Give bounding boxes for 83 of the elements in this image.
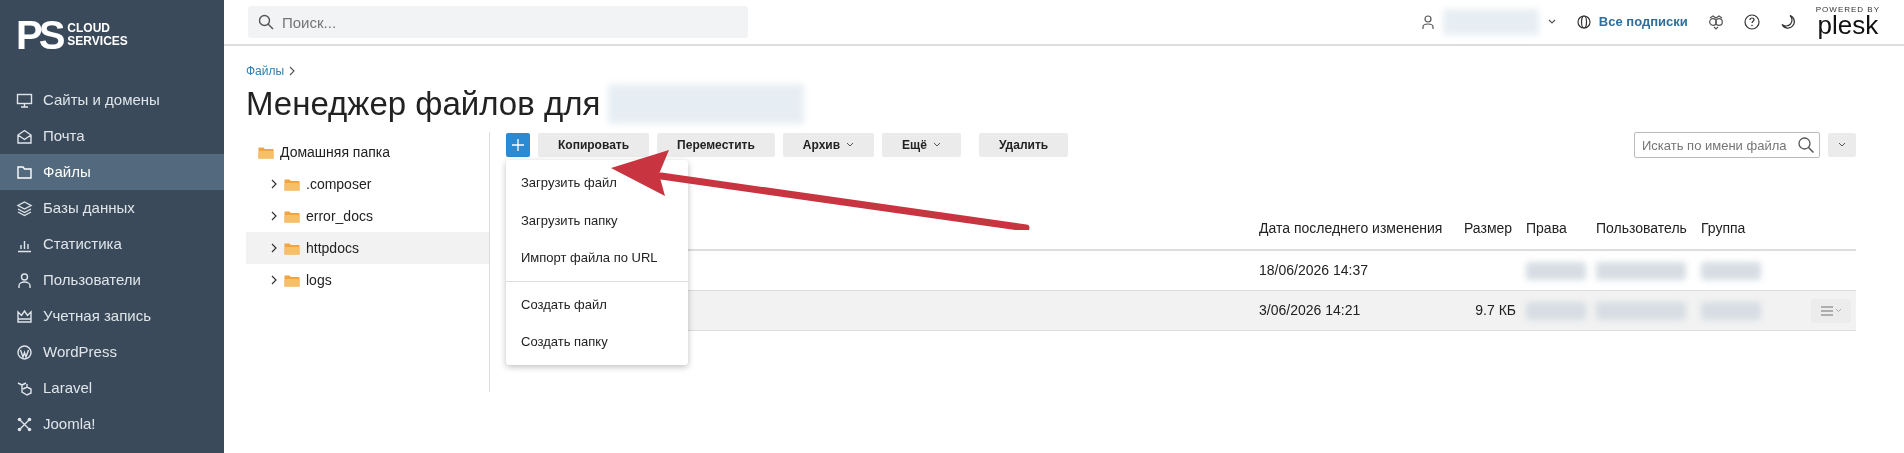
blurred-text [1701,261,1761,280]
tree-item[interactable]: Домашняя папка [246,136,489,168]
search-icon [258,14,274,30]
menu-item[interactable]: Загрузить файл [506,164,688,202]
nav-item[interactable]: Laravel [0,370,224,406]
add-button[interactable] [506,133,530,157]
column-header[interactable]: Группа [1696,218,1776,249]
plus-icon [512,139,524,151]
toolbar-button[interactable] [1743,14,1760,30]
chevron-right-icon [270,243,278,253]
folder-icon [258,145,274,159]
nav-item[interactable]: WordPress [0,334,224,370]
help-icon [1743,14,1760,30]
owl-icon [1707,14,1724,30]
logo-text: CLOUD [67,22,112,35]
menu-item[interactable]: Импорт файла по URL [506,239,688,277]
chevron-right-icon [288,66,297,76]
toolbar-button[interactable]: Переместить [657,133,775,157]
nav-item[interactable]: Файлы [0,154,224,190]
caret-icon [1838,142,1846,148]
toolbar-button[interactable]: Удалить [978,133,1069,157]
tree-item[interactable]: logs [246,264,489,296]
moon-icon [1779,14,1796,30]
monitor-icon [16,91,33,109]
tree-item[interactable]: httpdocs [246,232,489,264]
globe-icon [1576,15,1591,29]
chevron-right-icon [270,275,278,285]
breadcrumb-link[interactable]: Файлы [246,62,285,80]
caret-icon [846,142,855,148]
tree-item[interactable]: .composer [246,168,489,200]
page-title: Менеджер файлов для [246,84,601,124]
blurred-text [1526,261,1586,280]
table-cell: 3/06/2026 14:21 [1254,291,1459,331]
column-header[interactable]: Размер [1459,218,1521,249]
nav-item[interactable]: Joomla! [0,406,224,442]
caret-icon [1546,18,1557,26]
table-cell: 9.7 КБ [1459,291,1521,331]
powered-by-label: POWERED BY [1815,6,1880,15]
user-icon [16,271,33,289]
tree-item[interactable]: error_docs [246,200,489,232]
column-header[interactable]: Права [1521,218,1591,249]
folder-icon [284,209,300,223]
search-field[interactable]: Поиск... [248,6,748,38]
blurred-text [1526,301,1586,320]
folder-icon [284,241,300,255]
logo-mark: PS [16,15,62,55]
folder-icon [16,163,33,181]
chevron-right-icon [270,179,278,189]
folder-icon [284,273,300,287]
nav-item[interactable]: Базы данных [0,190,224,226]
menu-item[interactable]: Создать папку [506,323,688,361]
toolbar-button[interactable] [1707,14,1724,30]
crown-icon [16,307,33,325]
nav-item[interactable]: Статистика [0,226,224,262]
menu-item[interactable]: Создать файл [506,285,688,323]
nav-item[interactable]: Почта [0,118,224,154]
chevron-right-icon [270,211,278,221]
column-header[interactable]: Пользователь [1591,218,1696,249]
logo-text: SERVICES [67,35,128,48]
folder-icon [284,177,300,191]
menu-item[interactable]: Загрузить папку [506,201,688,239]
subscriptions-link[interactable]: Все подписки [1576,12,1688,32]
toolbar-button[interactable]: Архив [782,133,875,157]
search-icon [1797,136,1815,154]
brand-logo: plesk [1817,14,1879,38]
joomla-icon [16,415,33,433]
menu-icon [1820,305,1833,316]
caret-icon [932,142,941,148]
nav-item[interactable]: Сайты и домены [0,82,224,118]
envelope-icon [16,127,33,145]
nav-item[interactable]: Пользователи [0,262,224,298]
toolbar-button[interactable]: Копировать [538,133,650,157]
laravel-icon [16,379,33,397]
caret-icon [1834,308,1842,313]
layers-icon [16,199,33,217]
blurred-text [1701,301,1761,320]
column-header[interactable]: Дата последнего изменения [1254,218,1459,249]
toolbar-button[interactable]: Ещё [882,133,961,157]
toolbar-button[interactable] [1779,14,1796,30]
search-field[interactable]: Искать по имени файла [1634,132,1820,158]
user-icon [1420,14,1435,30]
nav-item[interactable]: Учетная запись [0,298,224,334]
wordpress-icon [16,343,33,361]
